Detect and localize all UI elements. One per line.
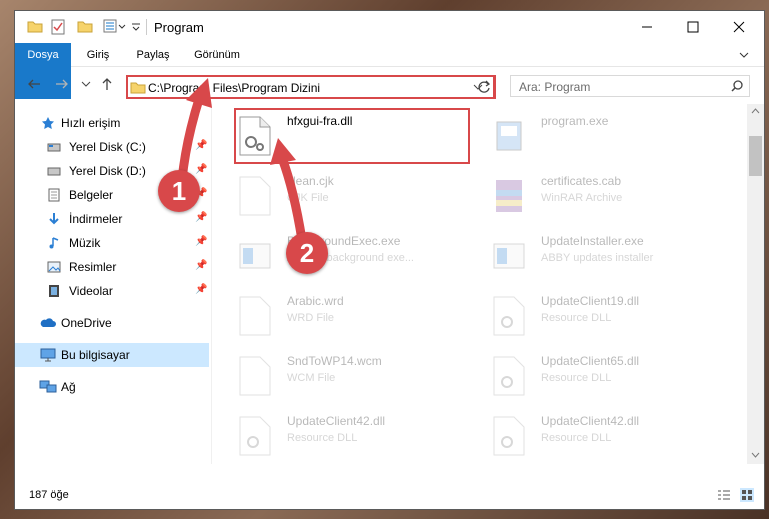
- step-marker-2: 2: [286, 232, 328, 274]
- annotation-arrows: [177, 78, 307, 245]
- step-marker-1: 1: [158, 170, 200, 212]
